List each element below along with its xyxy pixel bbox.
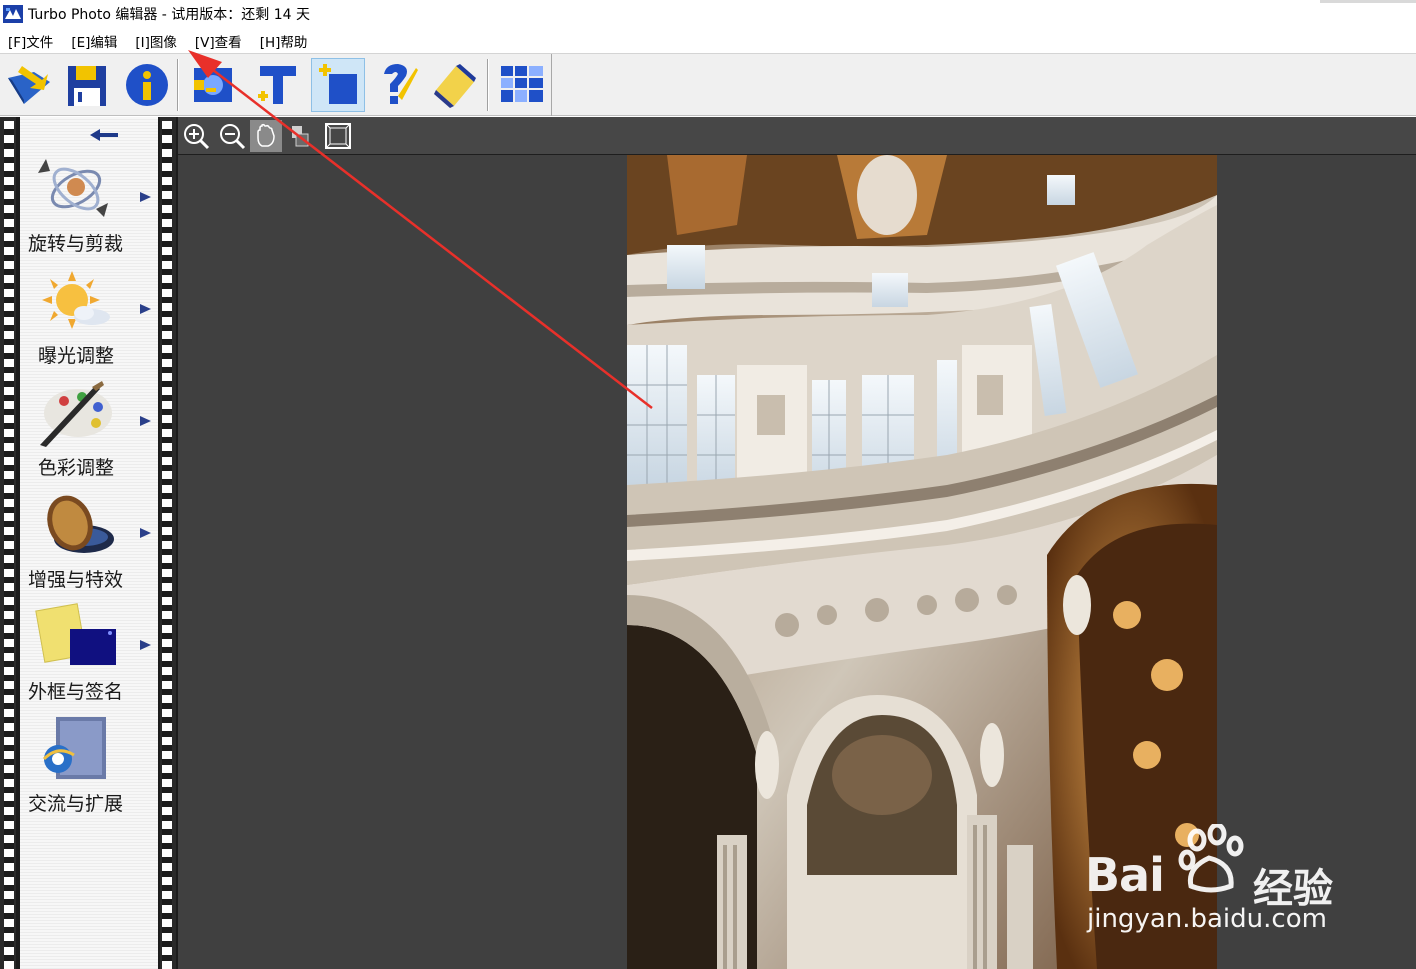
- zoom-out-icon: [220, 124, 246, 150]
- menu-edit[interactable]: [E]编辑: [71, 31, 117, 51]
- fit-window-button[interactable]: [322, 120, 354, 152]
- tool-label: 曝光调整: [38, 345, 115, 367]
- open-folder-icon: [8, 66, 50, 104]
- help-button[interactable]: [370, 58, 424, 112]
- help-icon: [384, 64, 418, 104]
- tool-label: 色彩调整: [38, 457, 115, 479]
- watermark-brand: Bai: [1085, 848, 1165, 902]
- expand-arrow-icon[interactable]: [138, 415, 152, 427]
- tool-label: 增强与特效: [28, 569, 124, 591]
- eraser-button[interactable]: [428, 58, 482, 112]
- tool-side-panel: 旋转与剪裁 曝光调整 色彩调整 增强与特效 外框与签名 交流与扩展: [0, 117, 178, 969]
- hand-pan-icon: [257, 123, 275, 147]
- baidu-watermark: Bai 经验 jingyan.baidu.com: [1085, 824, 1345, 944]
- actual-size-icon: [292, 126, 309, 147]
- view-toolbar: [178, 117, 1416, 155]
- tool-label: 外框与签名: [28, 681, 124, 703]
- toolbar-separator: [177, 59, 179, 111]
- fit-window-icon: [325, 123, 351, 149]
- expand-arrow-icon[interactable]: [138, 303, 152, 315]
- menu-image[interactable]: [I]图像: [135, 31, 177, 51]
- tool-frame-sign[interactable]: 外框与签名: [20, 603, 158, 715]
- tool-label: 交流与扩展: [28, 793, 124, 815]
- rotate-crop-icon: [38, 159, 108, 217]
- info-button[interactable]: [120, 58, 174, 112]
- actual-size-button[interactable]: [284, 120, 316, 152]
- expand-arrow-icon[interactable]: [138, 191, 152, 203]
- tool-list: 旋转与剪裁 曝光调整 色彩调整 增强与特效 外框与签名 交流与扩展: [20, 117, 158, 969]
- open-button[interactable]: [2, 58, 56, 112]
- add-frame-button[interactable]: [311, 58, 365, 112]
- toolbar-separator: [487, 59, 489, 111]
- internet-explorer-icon: [42, 717, 106, 779]
- tool-community[interactable]: 交流与扩展: [20, 715, 158, 827]
- grid-view-button[interactable]: [495, 58, 549, 112]
- menu-bar: [F]文件 [E]编辑 [I]图像 [V]查看 [H]帮助: [0, 28, 1416, 54]
- menu-help[interactable]: [H]帮助: [260, 31, 308, 51]
- tool-rotate-crop[interactable]: 旋转与剪裁: [20, 155, 158, 267]
- exposure-sun-icon: [42, 271, 110, 329]
- add-text-button[interactable]: [250, 58, 304, 112]
- menu-view[interactable]: [V]查看: [195, 31, 242, 51]
- window-title: Turbo Photo 编辑器 - 试用版本：还剩 14 天: [28, 7, 311, 23]
- tool-exposure[interactable]: 曝光调整: [20, 267, 158, 379]
- title-bar-edge: [1320, 0, 1416, 3]
- add-image-button[interactable]: [186, 58, 240, 112]
- grid-view-icon: [501, 66, 543, 102]
- expand-arrow-icon[interactable]: [138, 639, 152, 651]
- app-logo-icon: [3, 5, 23, 23]
- pencil-eraser-icon: [434, 64, 476, 108]
- lens-filter-icon: [47, 495, 114, 553]
- baidu-paw-icon: [1178, 824, 1244, 893]
- save-button[interactable]: [60, 58, 114, 112]
- add-image-icon: [194, 68, 232, 102]
- tool-label: 旋转与剪裁: [28, 233, 124, 255]
- add-frame-icon: [319, 64, 357, 104]
- zoom-out-button[interactable]: [216, 120, 248, 152]
- info-icon: [126, 64, 168, 106]
- title-bar: Turbo Photo 编辑器 - 试用版本：还剩 14 天: [0, 0, 1416, 28]
- filmstrip-left: [0, 117, 16, 969]
- pan-button[interactable]: [250, 120, 282, 152]
- save-icon: [68, 66, 106, 106]
- zoom-in-button[interactable]: [180, 120, 212, 152]
- tool-enhance[interactable]: 增强与特效: [20, 491, 158, 603]
- frame-sign-icon: [35, 603, 116, 665]
- back-arrow-icon[interactable]: [88, 127, 120, 143]
- expand-arrow-icon[interactable]: [138, 527, 152, 539]
- add-text-icon: [258, 66, 296, 104]
- filmstrip-right: [160, 117, 176, 969]
- tool-color[interactable]: 色彩调整: [20, 379, 158, 491]
- toolbar-edge: [551, 54, 552, 116]
- color-palette-icon: [40, 381, 112, 447]
- main-toolbar: [0, 54, 1416, 116]
- menu-file[interactable]: [F]文件: [8, 31, 53, 51]
- zoom-in-icon: [184, 124, 210, 150]
- watermark-url: jingyan.baidu.com: [1087, 904, 1327, 934]
